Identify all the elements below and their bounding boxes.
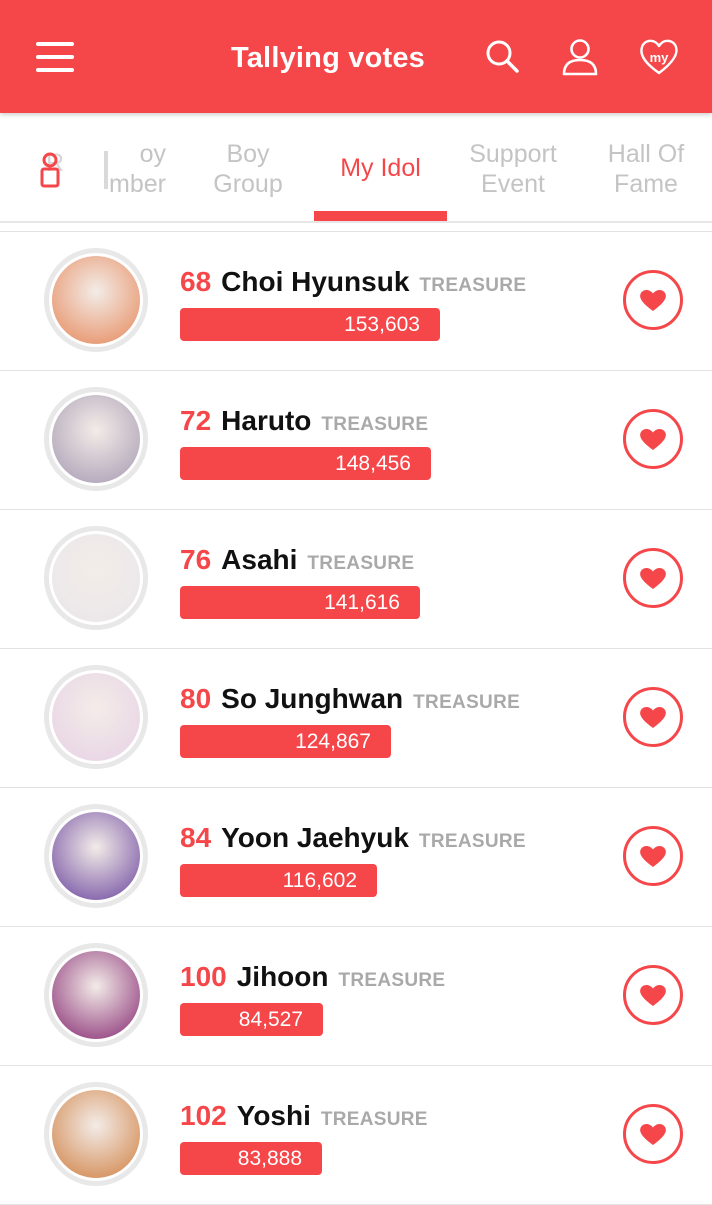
idol-name: Haruto — [221, 405, 312, 436]
avatar-photo — [52, 534, 140, 622]
tab-label-line2: Group — [213, 170, 283, 198]
idol-name: Asahi — [221, 544, 298, 575]
list-item: 72 Haruto TREASURE 148,456 — [0, 371, 712, 510]
my-badge-label: my — [650, 50, 670, 65]
idol-ranking-list: 68 Choi Hyunsuk TREASURE 153,603 72 Haruto T… — [0, 231, 712, 1205]
tab-boy-group[interactable]: Boy Group — [196, 139, 300, 199]
rank-number: 76 — [180, 544, 212, 575]
vote-count-bar: 116,602 — [180, 864, 377, 897]
group-name: TREASURE — [419, 275, 527, 296]
tab-label-line2: Event — [481, 170, 545, 198]
rank-number: 84 — [180, 822, 212, 853]
rank-number: 102 — [180, 1100, 227, 1131]
vote-count-bar: 124,867 — [180, 725, 391, 758]
tab-label-line1: Support — [469, 140, 557, 168]
group-name: TREASURE — [413, 692, 521, 713]
tab-label-line1: Hall Of — [607, 140, 685, 168]
vote-count-bar: 83,888 — [180, 1142, 322, 1175]
heart-icon — [640, 428, 666, 450]
avatar[interactable] — [44, 526, 148, 630]
group-name: TREASURE — [338, 970, 446, 991]
avatar[interactable] — [44, 665, 148, 769]
list-item: 84 Yoon Jaehyuk TREASURE 116,602 — [0, 788, 712, 927]
idol-name: So Junghwan — [221, 683, 404, 714]
user-profile-icon[interactable] — [560, 36, 600, 76]
vote-heart-button[interactable] — [623, 1104, 683, 1164]
tab-label-line2: mber — [109, 170, 166, 198]
heart-icon — [640, 289, 666, 311]
list-item: 102 Yoshi TREASURE 83,888 — [0, 1066, 712, 1205]
avatar-photo — [52, 395, 140, 483]
idol-name: Jihoon — [236, 961, 329, 992]
avatar-photo — [52, 812, 140, 900]
tab-label-line1: oy — [139, 140, 166, 168]
list-item: 80 So Junghwan TREASURE 124,867 — [0, 649, 712, 788]
avatar-photo — [52, 1090, 140, 1178]
heart-icon — [640, 845, 666, 867]
group-name: TREASURE — [418, 831, 526, 852]
group-name: TREASURE — [307, 553, 415, 574]
vote-count-bar: 153,603 — [180, 308, 440, 341]
list-item: 68 Choi Hyunsuk TREASURE 153,603 — [0, 231, 712, 371]
vote-count-bar: 84,527 — [180, 1003, 323, 1036]
idol-name: Yoshi — [236, 1100, 311, 1131]
vote-count-bar: 141,616 — [180, 586, 420, 619]
heart-icon — [640, 567, 666, 589]
active-tab-indicator — [314, 211, 447, 221]
idol-name: Yoon Jaehyuk — [221, 822, 409, 853]
avatar[interactable] — [44, 248, 148, 352]
list-item: 100 Jihoon TREASURE 84,527 — [0, 927, 712, 1066]
rank-number: 72 — [180, 405, 212, 436]
avatar-photo — [52, 951, 140, 1039]
tab-boy-member[interactable]: oy mber — [104, 139, 166, 203]
app-header: Tallying votes my — [0, 0, 712, 113]
group-name: TREASURE — [320, 1109, 428, 1130]
vote-heart-button[interactable] — [623, 826, 683, 886]
category-tabs: R oy mber Boy Group My Idol Support Even… — [0, 113, 712, 223]
avatar[interactable] — [44, 387, 148, 491]
vote-heart-button[interactable] — [623, 965, 683, 1025]
rank-number: 100 — [180, 961, 227, 992]
tab-label-line1: My Idol — [340, 154, 421, 182]
vote-heart-button[interactable] — [623, 548, 683, 608]
rank-number: 68 — [180, 266, 212, 297]
tab-support-event[interactable]: Support Event — [456, 139, 570, 199]
vote-heart-button[interactable] — [623, 687, 683, 747]
group-name: TREASURE — [321, 414, 429, 435]
avatar-photo — [52, 673, 140, 761]
search-icon[interactable] — [482, 36, 522, 76]
heart-icon — [640, 984, 666, 1006]
vote-count-bar: 148,456 — [180, 447, 431, 480]
tab-hall-of-fame[interactable]: Hall Of Fame — [594, 139, 698, 199]
heart-icon — [640, 1123, 666, 1145]
page-title: Tallying votes — [230, 42, 426, 74]
avatar[interactable] — [44, 1082, 148, 1186]
lock-icon[interactable] — [38, 151, 66, 189]
tab-label-line1: Boy — [226, 140, 270, 168]
avatar[interactable] — [44, 804, 148, 908]
my-heart-icon[interactable]: my — [638, 36, 682, 76]
list-item: 76 Asahi TREASURE 141,616 — [0, 510, 712, 649]
avatar[interactable] — [44, 943, 148, 1047]
avatar-photo — [52, 256, 140, 344]
vote-heart-button[interactable] — [623, 270, 683, 330]
heart-icon — [640, 706, 666, 728]
tab-my-idol[interactable]: My Idol — [314, 153, 447, 183]
vote-heart-button[interactable] — [623, 409, 683, 469]
tab-label-line2: Fame — [614, 170, 678, 198]
rank-number: 80 — [180, 683, 212, 714]
idol-name: Choi Hyunsuk — [221, 266, 410, 297]
